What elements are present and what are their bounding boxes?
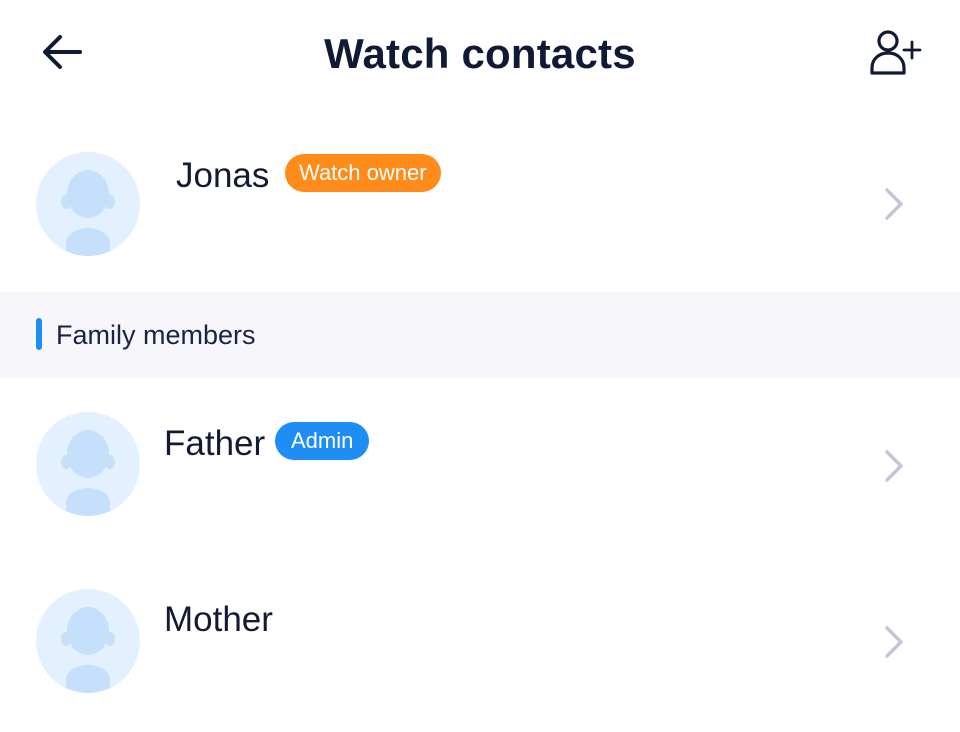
contact-row-mother[interactable]: Mother — [0, 554, 960, 732]
chevron-right-icon — [878, 182, 910, 226]
person-avatar-icon — [36, 589, 140, 693]
contact-row-father[interactable]: Father Admin — [0, 378, 960, 554]
add-contact-button[interactable] — [864, 26, 928, 80]
contact-name: Jonas — [176, 156, 270, 195]
watch-contacts-screen: Watch contacts Jonas Watch owner Family … — [0, 0, 960, 732]
chevron-right-icon — [878, 620, 910, 664]
chevron-right-icon — [878, 444, 910, 488]
section-accent-bar — [36, 318, 42, 350]
add-user-icon — [870, 30, 922, 75]
contact-name: Mother — [164, 600, 273, 639]
admin-badge: Admin — [275, 422, 370, 460]
contact-row-owner[interactable]: Jonas Watch owner — [0, 108, 960, 292]
page-title: Watch contacts — [324, 30, 636, 77]
person-avatar-icon — [36, 152, 140, 256]
contact-name: Father — [164, 424, 266, 463]
watch-owner-badge: Watch owner — [285, 154, 441, 192]
section-title: Family members — [56, 320, 256, 350]
top-bar: Watch contacts — [0, 0, 960, 108]
person-avatar-icon — [36, 412, 140, 516]
